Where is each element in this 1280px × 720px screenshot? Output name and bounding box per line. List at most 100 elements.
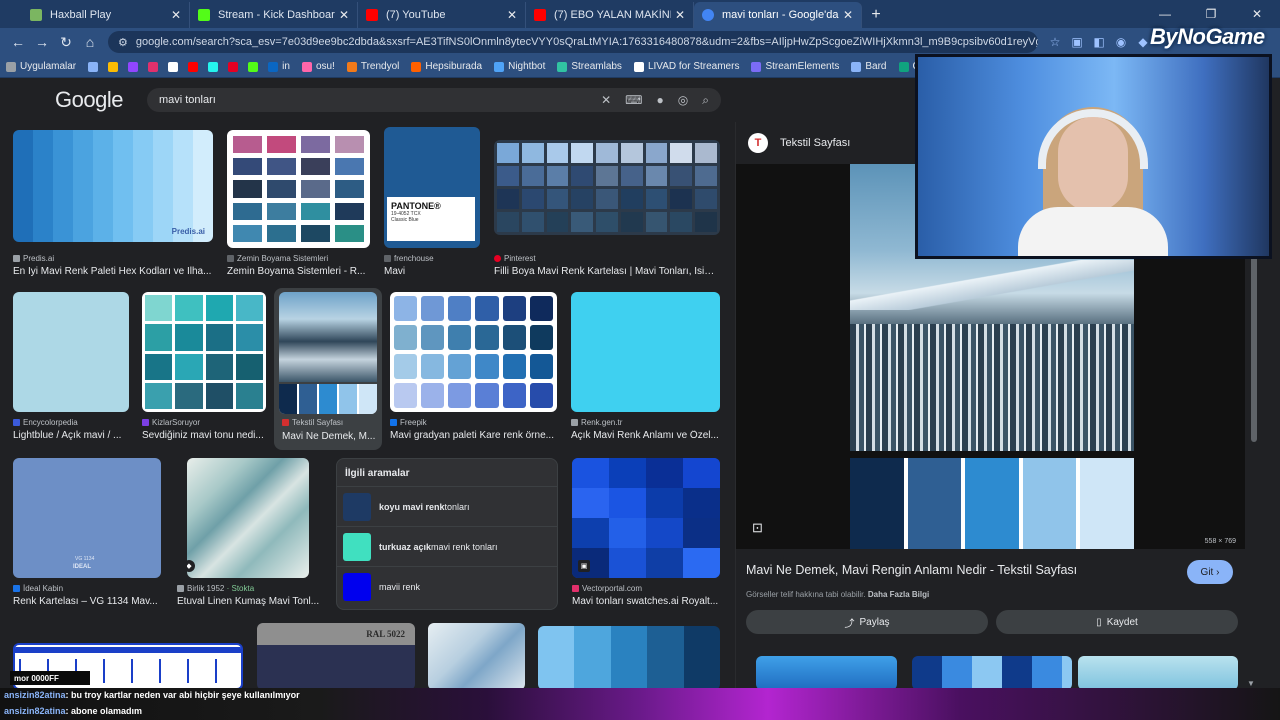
result-thumbnail[interactable] [390, 292, 557, 412]
result-card[interactable]: VG 1134 IDEAL İdeal Kabin Renk Kartelası… [13, 458, 161, 610]
new-tab-button[interactable]: + [862, 2, 890, 28]
result-title[interactable]: Renk Kartelası – VG 1134 Mav... [13, 596, 161, 607]
result-title[interactable]: Etuval Linen Kumaş Mavi Tonl... [177, 596, 320, 607]
result-card[interactable]: Renk.gen.tr Açık Mavi Renk Anlamı ve Öze… [571, 292, 720, 444]
related-image[interactable] [1078, 656, 1238, 690]
preview-title[interactable]: Mavi Ne Demek, Mavi Rengin Anlamı Nedir … [746, 563, 1077, 577]
related-image[interactable] [912, 656, 1072, 690]
result-title[interactable]: Lightblue / Açık mavi / ... [13, 430, 129, 441]
related-search-item[interactable]: turkuaz açık mavi renk tonları [337, 526, 557, 566]
close-icon[interactable]: ✕ [843, 8, 853, 22]
save-button[interactable]: ▯ Kaydet [996, 610, 1238, 634]
result-thumbnail[interactable] [494, 140, 720, 235]
keyboard-icon[interactable]: ⌨ [625, 93, 642, 107]
related-image[interactable] [756, 656, 897, 690]
bookmark-item[interactable]: Nightbot [494, 61, 545, 72]
result-title[interactable]: Zemin Boyama Sistemleri - R... [227, 266, 370, 277]
scroll-thumb[interactable] [1251, 252, 1257, 442]
visual-search-icon[interactable]: ⊡ [752, 520, 763, 536]
bookmark-item[interactable] [108, 61, 122, 72]
extension-icon[interactable]: ▣ [1066, 31, 1088, 53]
bookmark-item[interactable]: Trendyol [346, 61, 399, 72]
reload-button[interactable]: ↻ [54, 30, 78, 54]
close-icon[interactable]: ✕ [171, 8, 181, 22]
result-thumbnail[interactable] [571, 292, 720, 412]
bookmark-item[interactable] [128, 61, 142, 72]
lens-icon[interactable]: ◎ [678, 93, 688, 107]
home-button[interactable]: ⌂ [78, 30, 102, 54]
result-thumbnail[interactable]: ▣ [572, 458, 720, 578]
bookmark-item[interactable] [148, 61, 162, 72]
result-title[interactable]: Sevdiğiniz mavi tonu nedi... [142, 430, 266, 441]
related-search-item[interactable]: koyu mavi renk tonları [337, 486, 557, 526]
tab-google-search[interactable]: mavi tonları - Google'da Ara ✕ [694, 2, 862, 28]
result-thumbnail[interactable] [142, 292, 266, 412]
result-title[interactable]: En İyi Mavi Renk Paleti Hex Kodları ve İ… [13, 266, 213, 277]
result-thumbnail[interactable] [13, 292, 129, 412]
result-thumbnail[interactable] [428, 623, 525, 690]
bookmark-item[interactable] [208, 61, 222, 72]
result-thumbnail[interactable] [279, 292, 377, 414]
bookmark-item[interactable]: Uygulamalar [6, 61, 76, 72]
share-button[interactable]: ⤴ Paylaş [746, 610, 988, 634]
result-title[interactable]: Mavi [384, 266, 480, 277]
result-title[interactable]: Açık Mavi Renk Anlamı ve Özel... [571, 430, 720, 441]
result-title[interactable]: Filli Boya Mavi Renk Kartelası | Mavi To… [494, 266, 720, 277]
bookmark-item[interactable]: Hepsiburada [411, 61, 482, 72]
scroll-down-icon[interactable]: ▼ [1247, 679, 1255, 688]
bookmark-item[interactable] [188, 61, 202, 72]
result-card-selected[interactable]: Tekstil Sayfası Mavi Ne Demek, M... [274, 288, 382, 450]
result-card[interactable]: Freepik Mavi gradyan paleti Kare renk ör… [390, 292, 557, 444]
bookmark-item[interactable] [88, 61, 102, 72]
bookmark-item[interactable]: Streamlabs [557, 61, 622, 72]
result-title[interactable]: Mavi gradyan paleti Kare renk örne... [390, 430, 557, 441]
bookmark-item[interactable]: in [268, 61, 290, 72]
result-card[interactable]: PANTONE® 19-4052 TCX Classic Blue french… [384, 127, 480, 280]
bookmark-star-icon[interactable]: ☆ [1044, 31, 1066, 53]
search-input[interactable]: mavi tonları ✕ ⌨ ● ◎ ⌕ [146, 88, 721, 112]
result-title[interactable]: Mavi Ne Demek, M... [282, 431, 378, 442]
tab-kick-dashboard[interactable]: Stream - Kick Dashboard ✕ [190, 2, 358, 28]
result-thumbnail[interactable]: ◆ [187, 458, 309, 578]
bookmark-item[interactable] [228, 61, 242, 72]
site-logo[interactable]: T [748, 133, 768, 153]
result-thumbnail[interactable] [227, 130, 370, 248]
result-card[interactable]: Predis.ai Predis.ai En İyi Mavi Renk Pal… [13, 130, 213, 280]
result-thumbnail[interactable]: Predis.ai [13, 130, 213, 242]
url-field[interactable]: ⚙ google.com/search?sca_esv=7e03d9ee9bc2d… [108, 31, 1038, 53]
tab-youtube-video[interactable]: (7) EBO YALAN MAKİNESİNDE ✕ [526, 2, 694, 28]
close-icon[interactable]: ✕ [339, 8, 349, 22]
result-card[interactable]: KizlarSoruyor Sevdiğiniz mavi tonu nedi.… [142, 292, 266, 444]
audio-icon[interactable]: ◉ [1110, 31, 1132, 53]
result-thumbnail[interactable]: PANTONE® 19-4052 TCX Classic Blue [384, 127, 480, 248]
translate-icon[interactable]: ◧ [1088, 31, 1110, 53]
bookmark-item[interactable]: LIVAD for Streamers [633, 61, 739, 72]
result-card[interactable]: Encycolorpedia Lightblue / Açık mavi / .… [13, 292, 129, 444]
related-search-item[interactable]: mavii renk [337, 566, 557, 606]
tab-youtube[interactable]: (7) YouTube ✕ [358, 2, 526, 28]
microphone-icon[interactable]: ● [656, 93, 663, 107]
tab-haxball[interactable]: Haxball Play ✕ [22, 2, 190, 28]
clear-icon[interactable]: ✕ [601, 93, 611, 107]
result-card[interactable] [538, 626, 720, 690]
result-card[interactable]: Zemin Boyama Sistemleri Zemin Boyama Sis… [227, 130, 370, 280]
bookmark-item[interactable] [248, 61, 262, 72]
back-button[interactable]: ← [6, 30, 30, 54]
result-card[interactable]: ◆ Birlik 1952 · Stokta Etuval Linen Kuma… [177, 458, 320, 610]
site-info-icon[interactable]: ⚙ [118, 36, 128, 49]
bookmark-item[interactable] [168, 61, 182, 72]
preview-site-name[interactable]: Tekstil Sayfası [780, 137, 850, 149]
result-title[interactable]: Mavi tonları swatches.ai Royalt... [572, 596, 720, 607]
bookmark-item[interactable]: osu! [301, 61, 335, 72]
result-card[interactable] [428, 623, 525, 690]
visit-button[interactable]: Git › [1187, 560, 1233, 584]
result-thumbnail[interactable]: VG 1134 IDEAL [13, 458, 161, 578]
close-icon[interactable]: ✕ [507, 8, 517, 22]
result-thumbnail[interactable] [538, 626, 720, 690]
bookmark-item[interactable]: StreamElements [751, 61, 839, 72]
result-thumbnail[interactable]: RAL 5022 [257, 623, 415, 690]
forward-button[interactable]: → [30, 30, 54, 54]
result-card[interactable]: Pinterest Filli Boya Mavi Renk Kartelası… [494, 140, 720, 280]
bookmark-item[interactable]: Bard [851, 61, 887, 72]
close-icon[interactable]: ✕ [675, 8, 685, 22]
